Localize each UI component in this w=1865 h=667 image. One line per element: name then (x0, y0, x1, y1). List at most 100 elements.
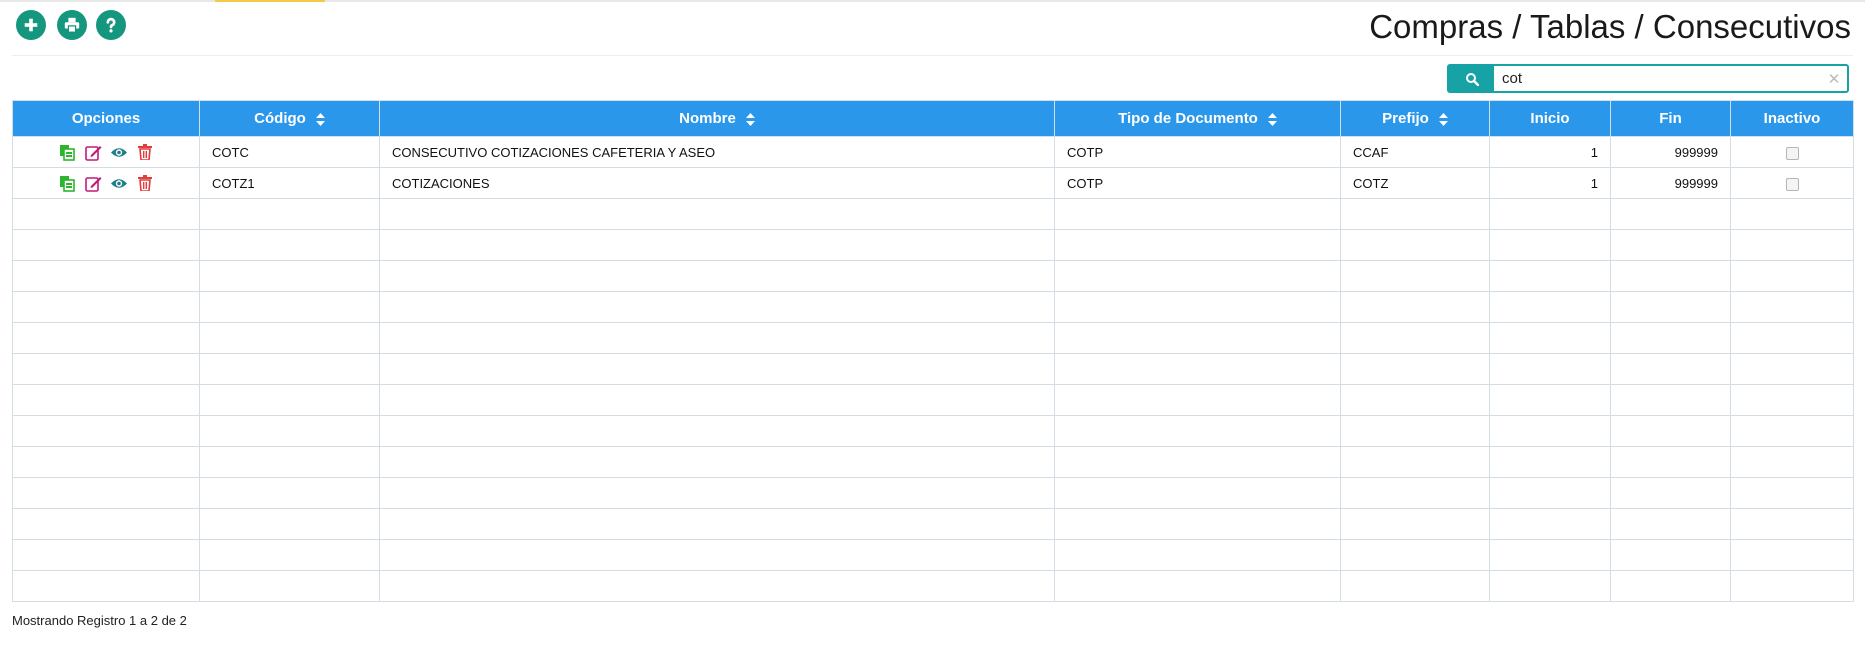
empty-cell (379, 322, 1055, 354)
empty-cell (379, 477, 1055, 509)
empty-cell (1730, 353, 1854, 385)
empty-cell (1730, 570, 1854, 602)
empty-cell (199, 446, 380, 478)
empty-cell (379, 415, 1055, 447)
empty-cell (1054, 322, 1341, 354)
empty-cell (379, 508, 1055, 540)
empty-cell (1610, 415, 1731, 447)
empty-cell (1489, 508, 1611, 540)
empty-cell (1610, 446, 1731, 478)
empty-cell (12, 477, 200, 509)
empty-cell (379, 539, 1055, 571)
empty-cell (1489, 446, 1611, 478)
add-button[interactable] (16, 10, 46, 40)
empty-cell (1489, 570, 1611, 602)
view-icon[interactable] (110, 174, 128, 192)
empty-cell (1054, 508, 1341, 540)
cell-tipo: COTP (1054, 167, 1341, 199)
table-row[interactable]: COTC CONSECUTIVO COTIZACIONES CAFETERIA Y… (12, 136, 1854, 168)
copy-icon[interactable] (58, 143, 76, 161)
empty-cell (1610, 291, 1731, 323)
search-icon (1465, 72, 1479, 86)
cell-fin: 999999 (1610, 136, 1731, 168)
sort-icon[interactable] (315, 112, 325, 126)
question-icon (106, 17, 116, 33)
empty-cell (199, 508, 380, 540)
empty-cell (199, 198, 380, 230)
empty-cell (1340, 353, 1490, 385)
print-button[interactable] (57, 10, 87, 40)
table-row[interactable]: COTZ1 COTIZACIONES COTP COTZ 1 999999 (12, 167, 1854, 199)
empty-cell (1054, 198, 1341, 230)
edit-icon[interactable] (84, 143, 102, 161)
empty-cell (1730, 477, 1854, 509)
column-header: Fin (1610, 100, 1731, 137)
empty-cell (1054, 570, 1341, 602)
sort-icon[interactable] (1267, 112, 1277, 126)
cell-nombre: CONSECUTIVO COTIZACIONES CAFETERIA Y ASE… (379, 136, 1055, 168)
empty-row (12, 260, 1854, 292)
edit-icon[interactable] (84, 174, 102, 192)
cell-fin: 999999 (1610, 167, 1731, 199)
sort-icon[interactable] (1438, 112, 1448, 126)
consecutivos-table: Opciones Código Nombre Tipo de Documento Pre… (12, 100, 1854, 602)
column-header-label: Tipo de Documento (1118, 110, 1258, 127)
empty-cell (199, 260, 380, 292)
empty-cell (199, 570, 380, 602)
empty-cell (379, 384, 1055, 416)
empty-cell (379, 260, 1055, 292)
inactive-checkbox[interactable] (1785, 177, 1799, 191)
page-title: Compras / Tablas / Consecutivos (1369, 8, 1851, 45)
sort-icon[interactable] (745, 112, 755, 126)
empty-cell (1340, 477, 1490, 509)
empty-cell (1489, 353, 1611, 385)
delete-icon[interactable] (136, 174, 154, 192)
empty-cell (1054, 446, 1341, 478)
empty-cell (1730, 415, 1854, 447)
empty-cell (1054, 384, 1341, 416)
empty-cell (1340, 229, 1490, 261)
delete-icon[interactable] (136, 143, 154, 161)
empty-cell (1340, 291, 1490, 323)
empty-cell (1610, 477, 1731, 509)
empty-cell (1610, 353, 1731, 385)
column-header[interactable]: Tipo de Documento (1054, 100, 1341, 137)
print-icon (64, 17, 80, 33)
view-icon[interactable] (110, 143, 128, 161)
empty-row (12, 477, 1854, 509)
column-header[interactable]: Prefijo (1340, 100, 1490, 137)
column-header-label: Fin (1659, 110, 1682, 127)
cell-prefijo: COTZ (1340, 167, 1490, 199)
empty-cell (1340, 508, 1490, 540)
empty-cell (1054, 477, 1341, 509)
inactive-checkbox[interactable] (1785, 146, 1799, 160)
empty-cell (12, 322, 200, 354)
table-body: COTC CONSECUTIVO COTIZACIONES CAFETERIA Y… (12, 136, 1854, 602)
search-button[interactable] (1449, 66, 1494, 91)
column-header[interactable]: Código (199, 100, 380, 137)
copy-icon[interactable] (58, 174, 76, 192)
clear-search-icon[interactable]: ✕ (1821, 66, 1847, 91)
search-input[interactable] (1494, 66, 1821, 91)
empty-cell (199, 322, 380, 354)
empty-cell (1489, 477, 1611, 509)
empty-cell (1340, 384, 1490, 416)
help-button[interactable] (96, 10, 126, 40)
empty-cell (1489, 322, 1611, 354)
empty-cell (1730, 322, 1854, 354)
empty-cell (1054, 291, 1341, 323)
cell-inactivo (1730, 136, 1854, 168)
empty-cell (1610, 322, 1731, 354)
cell-nombre: COTIZACIONES (379, 167, 1055, 199)
cell-codigo: COTC (199, 136, 380, 168)
empty-cell (1730, 260, 1854, 292)
empty-cell (1610, 539, 1731, 571)
column-header-label: Nombre (679, 110, 736, 127)
empty-cell (1610, 198, 1731, 230)
empty-cell (1610, 384, 1731, 416)
column-header[interactable]: Nombre (379, 100, 1055, 137)
empty-cell (199, 291, 380, 323)
empty-cell (1340, 446, 1490, 478)
empty-row (12, 322, 1854, 354)
plus-icon (24, 18, 38, 32)
